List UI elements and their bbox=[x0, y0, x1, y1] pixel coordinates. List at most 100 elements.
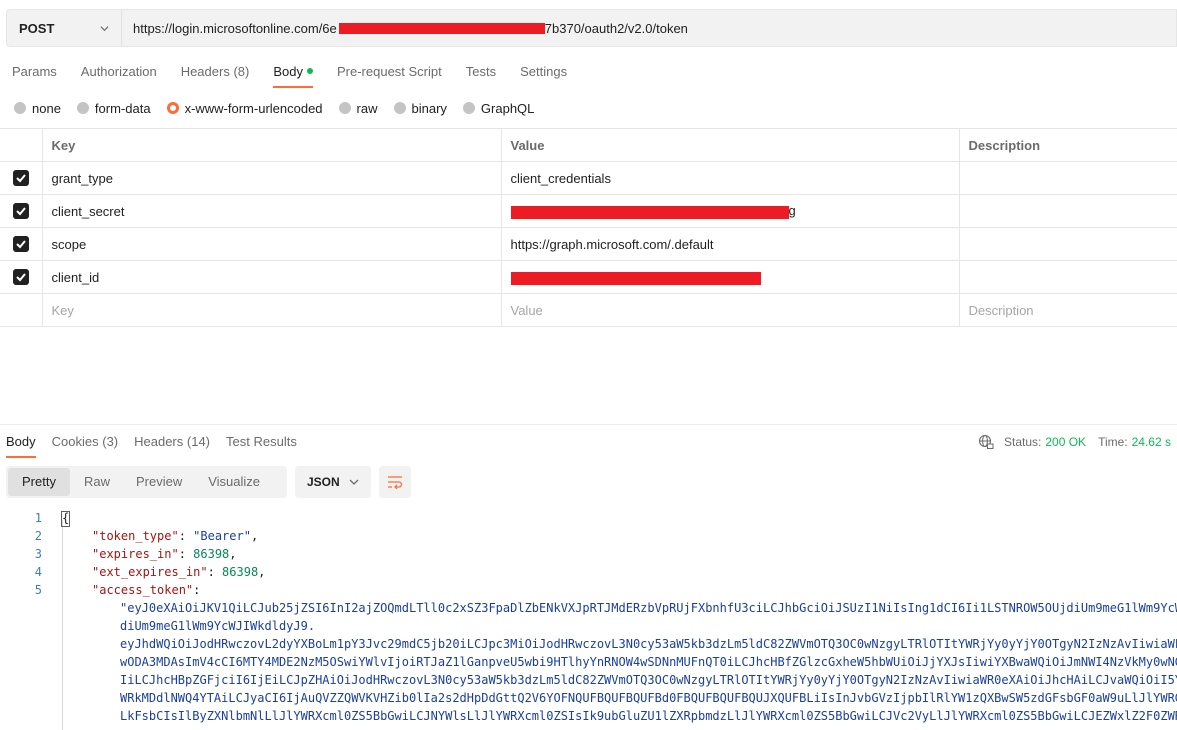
tab-label: Settings bbox=[520, 64, 568, 79]
row-checkbox[interactable] bbox=[12, 203, 29, 220]
param-key[interactable]: client_secret bbox=[42, 194, 502, 228]
response-tab-test-results[interactable]: Test Results bbox=[220, 430, 303, 458]
token-line: "eyJ0eXAiOiJKV1QiLCJub25jZSI6InI2ajZOQmd… bbox=[120, 601, 1177, 615]
format-label: JSON bbox=[307, 475, 340, 489]
body-type-graphql[interactable]: GraphQL bbox=[462, 100, 535, 116]
response-tab-headers[interactable]: Headers (14) bbox=[128, 430, 216, 458]
line-number: 3 bbox=[34, 547, 42, 561]
radio-label: none bbox=[32, 100, 61, 116]
method-label: POST bbox=[19, 20, 55, 36]
tab-label: Params bbox=[12, 64, 57, 79]
modified-dot-icon bbox=[306, 68, 313, 74]
new-key-input[interactable]: Key bbox=[42, 293, 502, 327]
header-description: Description bbox=[959, 128, 1177, 162]
request-bar: POST https://login.microsoftonline.com/6… bbox=[6, 9, 1177, 47]
param-key[interactable]: grant_type bbox=[42, 161, 502, 195]
body-type-urlencoded[interactable]: x-www-form-urlencoded bbox=[166, 100, 323, 116]
radio-icon bbox=[14, 102, 26, 114]
param-value[interactable]: g bbox=[501, 194, 960, 228]
json-key: "access_token" bbox=[92, 583, 194, 597]
json-line: "ext_expires_in": 86398, bbox=[92, 565, 266, 579]
row-checkbox[interactable] bbox=[12, 170, 29, 187]
indent-guide bbox=[62, 520, 63, 730]
json-line: "access_token": bbox=[92, 583, 201, 597]
format-select[interactable]: JSON bbox=[295, 466, 371, 498]
table-row-empty: Key Value Description bbox=[0, 293, 1177, 327]
check-icon bbox=[16, 273, 26, 282]
param-value[interactable]: https://graph.microsoft.com/.default bbox=[501, 227, 960, 261]
tab-headers[interactable]: Headers (8) bbox=[169, 60, 262, 90]
view-visualize[interactable]: Visualize bbox=[196, 468, 272, 496]
token-line: wODA3MDAsImV4cCI6MTY4MDE2NzM5OSwiYWlvIjo… bbox=[120, 655, 1177, 669]
tab-label: Authorization bbox=[80, 64, 157, 79]
globe-lock-icon[interactable] bbox=[978, 434, 994, 450]
json-line: "expires_in": 86398, bbox=[92, 547, 237, 561]
tab-settings[interactable]: Settings bbox=[508, 60, 579, 90]
tab-label: Body bbox=[273, 64, 303, 79]
view-raw[interactable]: Raw bbox=[72, 468, 122, 496]
table-row: client_id bbox=[0, 260, 1177, 294]
table-row: scope https://graph.microsoft.com/.defau… bbox=[0, 227, 1177, 261]
header-key: Key bbox=[42, 128, 502, 162]
new-value-input[interactable]: Value bbox=[501, 293, 960, 327]
view-preview[interactable]: Preview bbox=[124, 468, 194, 496]
radio-label: x-www-form-urlencoded bbox=[184, 100, 323, 116]
status-value[interactable]: 200 OK bbox=[1045, 435, 1086, 449]
table-row: client_secret g bbox=[0, 194, 1177, 228]
body-type-selector: none form-data x-www-form-urlencoded raw… bbox=[14, 98, 550, 118]
radio-icon bbox=[338, 102, 351, 114]
tab-body[interactable]: Body bbox=[261, 60, 325, 90]
param-key[interactable]: client_id bbox=[42, 260, 502, 294]
response-status: Status: 200 OK Time: 24.62 s bbox=[978, 434, 1171, 450]
body-type-none[interactable]: none bbox=[14, 101, 61, 116]
check-icon bbox=[16, 174, 26, 183]
response-tab-cookies[interactable]: Cookies (3) bbox=[46, 430, 124, 458]
row-checkbox[interactable] bbox=[12, 269, 29, 286]
json-number: 86398 bbox=[222, 565, 259, 579]
line-number: 5 bbox=[34, 583, 42, 597]
check-icon bbox=[16, 207, 26, 216]
tab-params[interactable]: Params bbox=[0, 60, 69, 90]
param-value[interactable] bbox=[501, 260, 960, 294]
row-checkbox[interactable] bbox=[12, 236, 29, 253]
param-value-tail: g bbox=[788, 203, 796, 219]
empty-checkbox-cell bbox=[0, 293, 43, 327]
param-description[interactable] bbox=[959, 161, 1177, 195]
param-value[interactable]: client_credentials bbox=[501, 161, 960, 195]
method-select[interactable]: POST bbox=[6, 9, 122, 47]
radio-icon bbox=[76, 102, 89, 114]
body-type-binary[interactable]: binary bbox=[393, 100, 447, 116]
body-type-raw[interactable]: raw bbox=[338, 100, 378, 116]
param-description[interactable] bbox=[959, 227, 1177, 261]
response-tab-body[interactable]: Body bbox=[0, 430, 42, 458]
response-divider bbox=[0, 424, 1177, 425]
line-number: 4 bbox=[34, 565, 42, 579]
view-pretty[interactable]: Pretty bbox=[8, 468, 70, 496]
radio-label: GraphQL bbox=[480, 100, 535, 116]
tab-tests[interactable]: Tests bbox=[454, 60, 508, 90]
tab-pre-request-script[interactable]: Pre-request Script bbox=[325, 60, 454, 90]
response-body-viewer[interactable]: 1 { 2 "token_type": "Bearer", 3 "expires… bbox=[0, 508, 1177, 730]
table-header-row: Key Value Description bbox=[0, 128, 1177, 162]
param-key[interactable]: scope bbox=[42, 227, 502, 261]
url-input[interactable]: https://login.microsoftonline.com/6e 7b37… bbox=[122, 9, 1177, 47]
radio-label: binary bbox=[411, 100, 447, 116]
wrap-lines-icon bbox=[388, 476, 403, 489]
token-line: diUm9meG1lWm9YcWJIWkdldyJ9. bbox=[120, 619, 316, 633]
param-description[interactable] bbox=[959, 194, 1177, 228]
token-line: eyJhdWQiOiJodHRwczovL2dyYXBoLm1pY3Jvc29m… bbox=[120, 637, 1177, 651]
tab-label: Tests bbox=[465, 64, 497, 79]
wrap-lines-button[interactable] bbox=[379, 466, 411, 498]
token-line: IiLCJhcHBpZGFjciI6IjEiLCJpZHAiOiJodHRwcz… bbox=[120, 673, 1177, 687]
new-description-input[interactable]: Description bbox=[959, 293, 1177, 327]
param-description[interactable] bbox=[959, 260, 1177, 294]
radio-label: raw bbox=[356, 100, 378, 116]
response-tabs: Body Cookies (3) Headers (14) Test Resul… bbox=[0, 430, 307, 460]
tab-count: (14) bbox=[186, 434, 211, 449]
redaction-mark bbox=[338, 22, 545, 34]
time-value[interactable]: 24.62 s bbox=[1132, 435, 1171, 449]
tab-label: Headers bbox=[134, 434, 184, 449]
body-type-form-data[interactable]: form-data bbox=[76, 101, 151, 116]
tab-authorization[interactable]: Authorization bbox=[69, 60, 169, 90]
params-table: Key Value Description grant_type client_… bbox=[0, 128, 1177, 327]
